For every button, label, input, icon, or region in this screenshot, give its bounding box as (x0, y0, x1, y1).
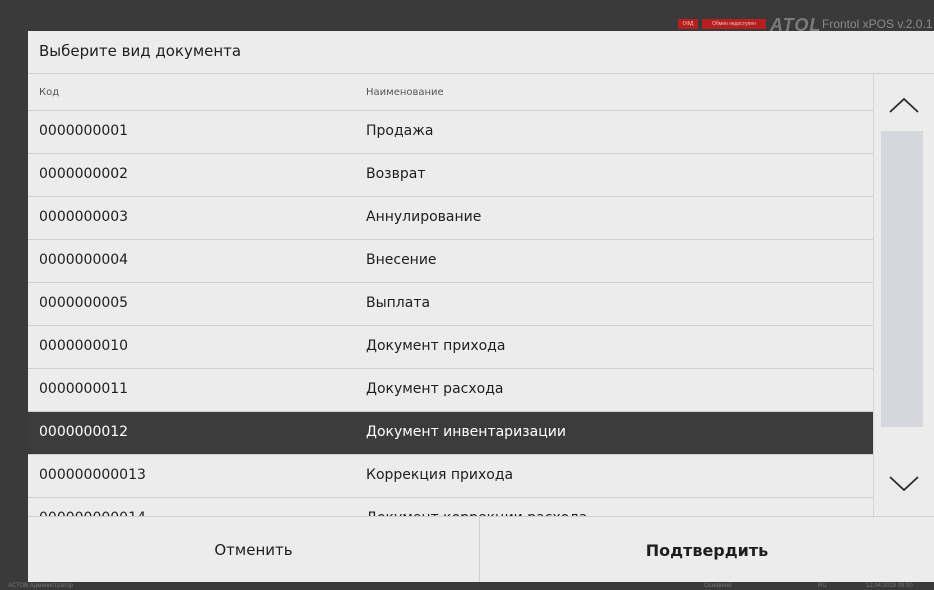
document-type-dialog: Выберите вид документа Код Наименование … (28, 31, 934, 582)
language-indicator: RU (818, 583, 827, 589)
row-code: 0000000005 (39, 295, 129, 311)
row-name: Аннулирование (366, 209, 482, 225)
scroll-up-button[interactable] (874, 84, 934, 128)
app-version: Frontol xPOS v.2.0.1 (822, 17, 933, 31)
row-code: 0000000001 (39, 123, 129, 139)
table-row[interactable]: 000000000014Документ коррекции расхода (28, 498, 873, 516)
exchange-status-badge: Обмен недоступен (702, 19, 766, 29)
scroll-down-button[interactable] (874, 460, 934, 504)
column-header-name: Наименование (366, 87, 444, 98)
table-row[interactable]: 0000000011 Документ расхода (28, 369, 873, 412)
table-body: 0000000001 Продажа 0000000002 Возврат 000000… (28, 111, 873, 516)
row-code: 0000000002 (39, 166, 129, 182)
document-type-table: Код Наименование 0000000001 Продажа 000000… (28, 74, 873, 516)
scroll-track[interactable] (881, 131, 923, 427)
row-name: Документ инвентаризации (366, 424, 566, 440)
row-name: Выплата (366, 295, 431, 311)
current-user: АСТОВ Администратор (8, 583, 74, 589)
table-header: Код Наименование (28, 74, 873, 111)
date-time: 12.04.2018 09:00 (866, 583, 913, 589)
cancel-button-label: Отменить (214, 541, 293, 559)
table-row[interactable]: 0000000003 Аннулирование (28, 197, 873, 240)
row-code: 0000000011 (39, 381, 129, 397)
table-row[interactable]: 0000000005 Выплата (28, 283, 873, 326)
dialog-footer: Отменить Подтвердить (28, 516, 934, 582)
row-code: 0000000004 (39, 252, 129, 268)
row-name: Коррекция прихода (366, 467, 514, 483)
table-row[interactable]: 0000000002 Возврат (28, 154, 873, 197)
dialog-title: Выберите вид документа (39, 42, 242, 60)
cancel-button[interactable]: Отменить (28, 517, 480, 582)
row-name: Внесение (366, 252, 437, 268)
chevron-up-icon (889, 97, 919, 113)
confirm-button[interactable]: Подтвердить (480, 517, 934, 582)
table-row[interactable]: 0000000010 Документ прихода (28, 326, 873, 369)
table-row[interactable]: 0000000004 Внесение (28, 240, 873, 283)
row-name: Документ прихода (366, 338, 506, 354)
row-code: 0000000012 (39, 424, 129, 440)
row-code: 000000000013 (39, 467, 146, 483)
top-status-bar: ОФД Обмен недоступен ATOL Frontol xPOS v… (0, 0, 934, 35)
row-name: Возврат (366, 166, 426, 182)
row-name: Документ расхода (366, 381, 504, 397)
bottom-status-bar: АСТОВ Администратор Основной RU 12.04.20… (0, 582, 934, 590)
ofd-status-badge: ОФД (678, 19, 698, 29)
column-header-code: Код (39, 87, 60, 98)
row-code: 0000000010 (39, 338, 129, 354)
chevron-down-icon (889, 476, 919, 492)
table-row[interactable]: 0000000001 Продажа (28, 111, 873, 154)
row-name: Продажа (366, 123, 434, 139)
dialog-header: Выберите вид документа (28, 31, 934, 74)
table-row[interactable]: 000000000013 Коррекция прихода (28, 455, 873, 498)
table-scrollbar[interactable] (873, 74, 934, 516)
table-row[interactable]: 0000000012 Документ инвентаризации (28, 412, 873, 455)
row-code: 0000000003 (39, 209, 129, 225)
mode-indicator: Основной (704, 583, 732, 589)
confirm-button-label: Подтвердить (645, 541, 769, 560)
